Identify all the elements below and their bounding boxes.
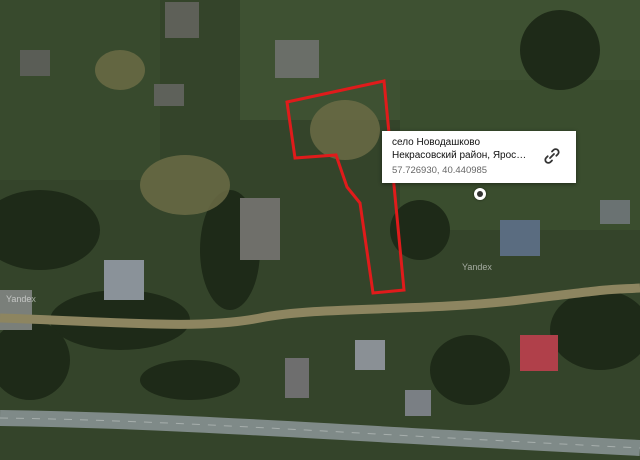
satellite-map[interactable] <box>0 0 640 460</box>
field-northwest <box>0 0 160 180</box>
yandex-watermark: Yandex <box>462 262 492 272</box>
popup-coordinates: 57.726930, 40.440985 <box>392 165 488 176</box>
location-pin-icon[interactable] <box>474 188 486 200</box>
popup-address: Некрасовский район, Ярослав... <box>392 150 532 161</box>
location-popup: село Новодашково Некрасовский район, Яро… <box>382 131 576 183</box>
yandex-watermark: Yandex <box>6 294 36 304</box>
link-icon[interactable] <box>542 146 562 166</box>
